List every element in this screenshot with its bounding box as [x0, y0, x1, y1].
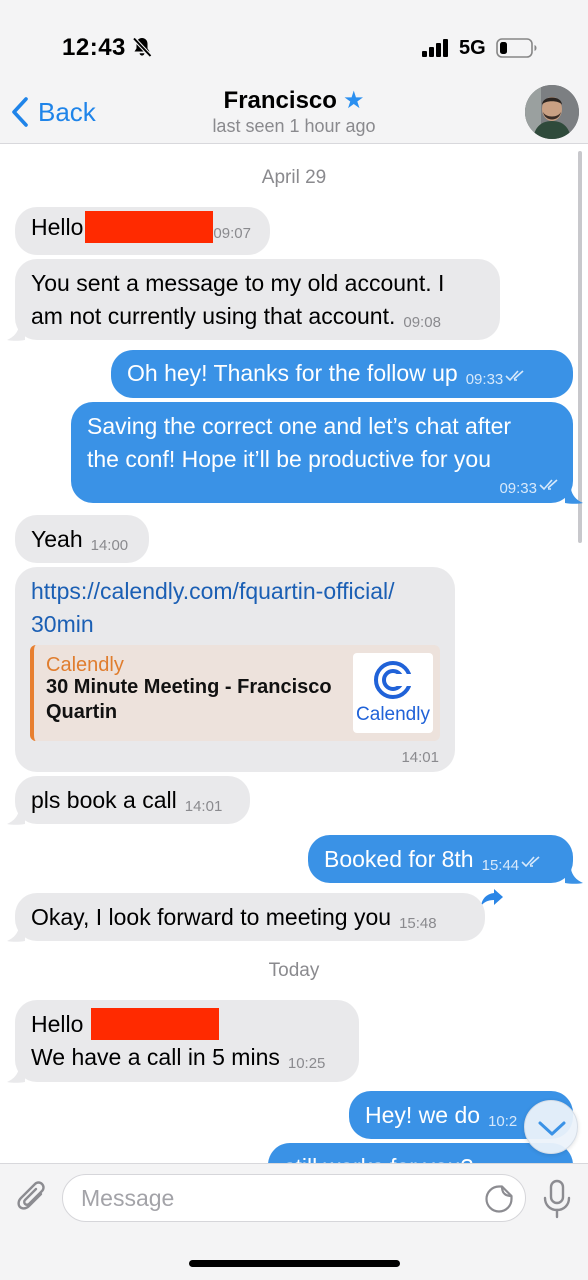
message-text: the conf! Hope it’ll be productive for y…	[87, 446, 492, 472]
scroll-indicator[interactable]	[578, 151, 582, 543]
message-link[interactable]: 30min	[31, 608, 439, 641]
date-separator: April 29	[261, 167, 327, 188]
message-bubble-link[interactable]: https://calendly.com/fquartin-official/ …	[15, 567, 455, 772]
message-bubble-outgoing[interactable]: Saving the correct one and let’s chat af…	[71, 402, 573, 503]
message-bubble-outgoing[interactable]: Booked for 8th 15:44	[308, 835, 573, 883]
message-time: 14:01	[401, 749, 439, 766]
bubble-tail	[7, 1068, 25, 1083]
message-bubble-incoming[interactable]: Hello We have a call in 5 mins 10:25	[15, 1000, 359, 1082]
avatar-photo	[525, 85, 579, 139]
message-text: You sent a message to my old account. I	[31, 270, 445, 296]
chat-header: Back Francisco ★ last seen 1 hour ago	[0, 82, 588, 144]
message-text: Booked for 8th	[324, 846, 474, 872]
paperclip-icon[interactable]	[14, 1178, 50, 1218]
message-list[interactable]: April 29 Hello 09:07 You sent a message t…	[0, 145, 588, 1163]
message-time: 09:07	[213, 225, 251, 242]
message-text: Saving the correct one and let’s chat af…	[87, 413, 512, 439]
contact-name-text: Francisco	[223, 87, 337, 114]
message-bubble-incoming[interactable]: You sent a message to my old account. I …	[15, 259, 500, 340]
message-text: Hey! we do	[365, 1102, 481, 1128]
preview-title: 30 Minute Meeting - Francisco Quartin	[46, 676, 332, 723]
message-bubble-incoming[interactable]: Okay, I look forward to meeting you 15:48	[15, 893, 485, 941]
message-time: 09:33	[499, 480, 537, 497]
calendly-logo-icon: Calendly	[353, 653, 433, 733]
read-checkmarks-icon	[539, 479, 558, 491]
last-seen-status: last seen 1 hour ago	[212, 116, 376, 136]
message-text: We have a call in 5 mins	[31, 1044, 280, 1070]
bubble-tail	[7, 326, 25, 341]
message-text: Hello	[31, 214, 84, 240]
bubble-tail	[565, 869, 583, 884]
message-time: 15:44	[481, 857, 520, 874]
message-time: 15:48	[399, 915, 437, 932]
read-checkmarks-icon	[521, 856, 540, 868]
composer-bar	[0, 1163, 588, 1280]
contact-name[interactable]: Francisco ★	[0, 86, 588, 115]
message-text: Yeah	[31, 526, 83, 552]
signal-bars-icon	[422, 39, 448, 57]
battery-icon	[496, 38, 537, 58]
date-separator: Today	[268, 960, 320, 981]
chevron-down-icon	[538, 1121, 566, 1136]
redaction-block	[85, 211, 214, 243]
message-time: 14:00	[90, 537, 129, 554]
status-time: 12:43	[62, 34, 126, 61]
message-time: 09:33	[465, 371, 504, 388]
network-label: 5G	[459, 37, 486, 59]
star-icon: ★	[342, 87, 365, 114]
avatar[interactable]	[525, 85, 579, 139]
message-bubble-incoming[interactable]: Yeah 14:00	[15, 515, 149, 563]
message-bubble-incoming[interactable]: Hello 09:07	[15, 207, 270, 255]
message-text: Hello	[31, 1011, 84, 1037]
message-time: 09:08	[403, 314, 441, 331]
home-indicator	[189, 1260, 400, 1267]
bubble-tail	[7, 810, 25, 825]
microphone-icon[interactable]	[540, 1178, 574, 1220]
message-link[interactable]: https://calendly.com/fquartin-official/	[31, 575, 439, 608]
message-bubble-outgoing[interactable]: Oh hey! Thanks for the follow up 09:33	[111, 350, 573, 398]
message-text: pls book a call	[31, 787, 177, 813]
message-bubble-incoming[interactable]: pls book a call 14:01	[15, 776, 250, 824]
redaction-block	[91, 1008, 220, 1040]
message-text: Okay, I look forward to meeting you	[31, 904, 392, 930]
message-text: Oh hey! Thanks for the follow up	[127, 360, 458, 386]
status-bar: 12:43 5G	[0, 0, 588, 82]
message-text: still works for you?	[284, 1154, 473, 1163]
calendly-logo-text: Calendly	[356, 704, 430, 725]
sticker-icon[interactable]	[484, 1184, 514, 1214]
read-checkmarks-icon	[505, 370, 524, 382]
message-time: 10:2	[488, 1113, 518, 1130]
message-input[interactable]	[62, 1174, 526, 1222]
scroll-to-bottom-button[interactable]	[524, 1100, 578, 1154]
message-text: am not currently using that account.	[31, 303, 396, 329]
message-time: 14:01	[184, 798, 223, 815]
bell-slash-icon	[132, 37, 152, 58]
bubble-tail	[7, 927, 25, 942]
message-time: 10:25	[287, 1055, 326, 1072]
bubble-tail	[565, 489, 583, 504]
link-preview-card[interactable]: Calendly 30 Minute Meeting - Francisco Q…	[30, 645, 440, 741]
